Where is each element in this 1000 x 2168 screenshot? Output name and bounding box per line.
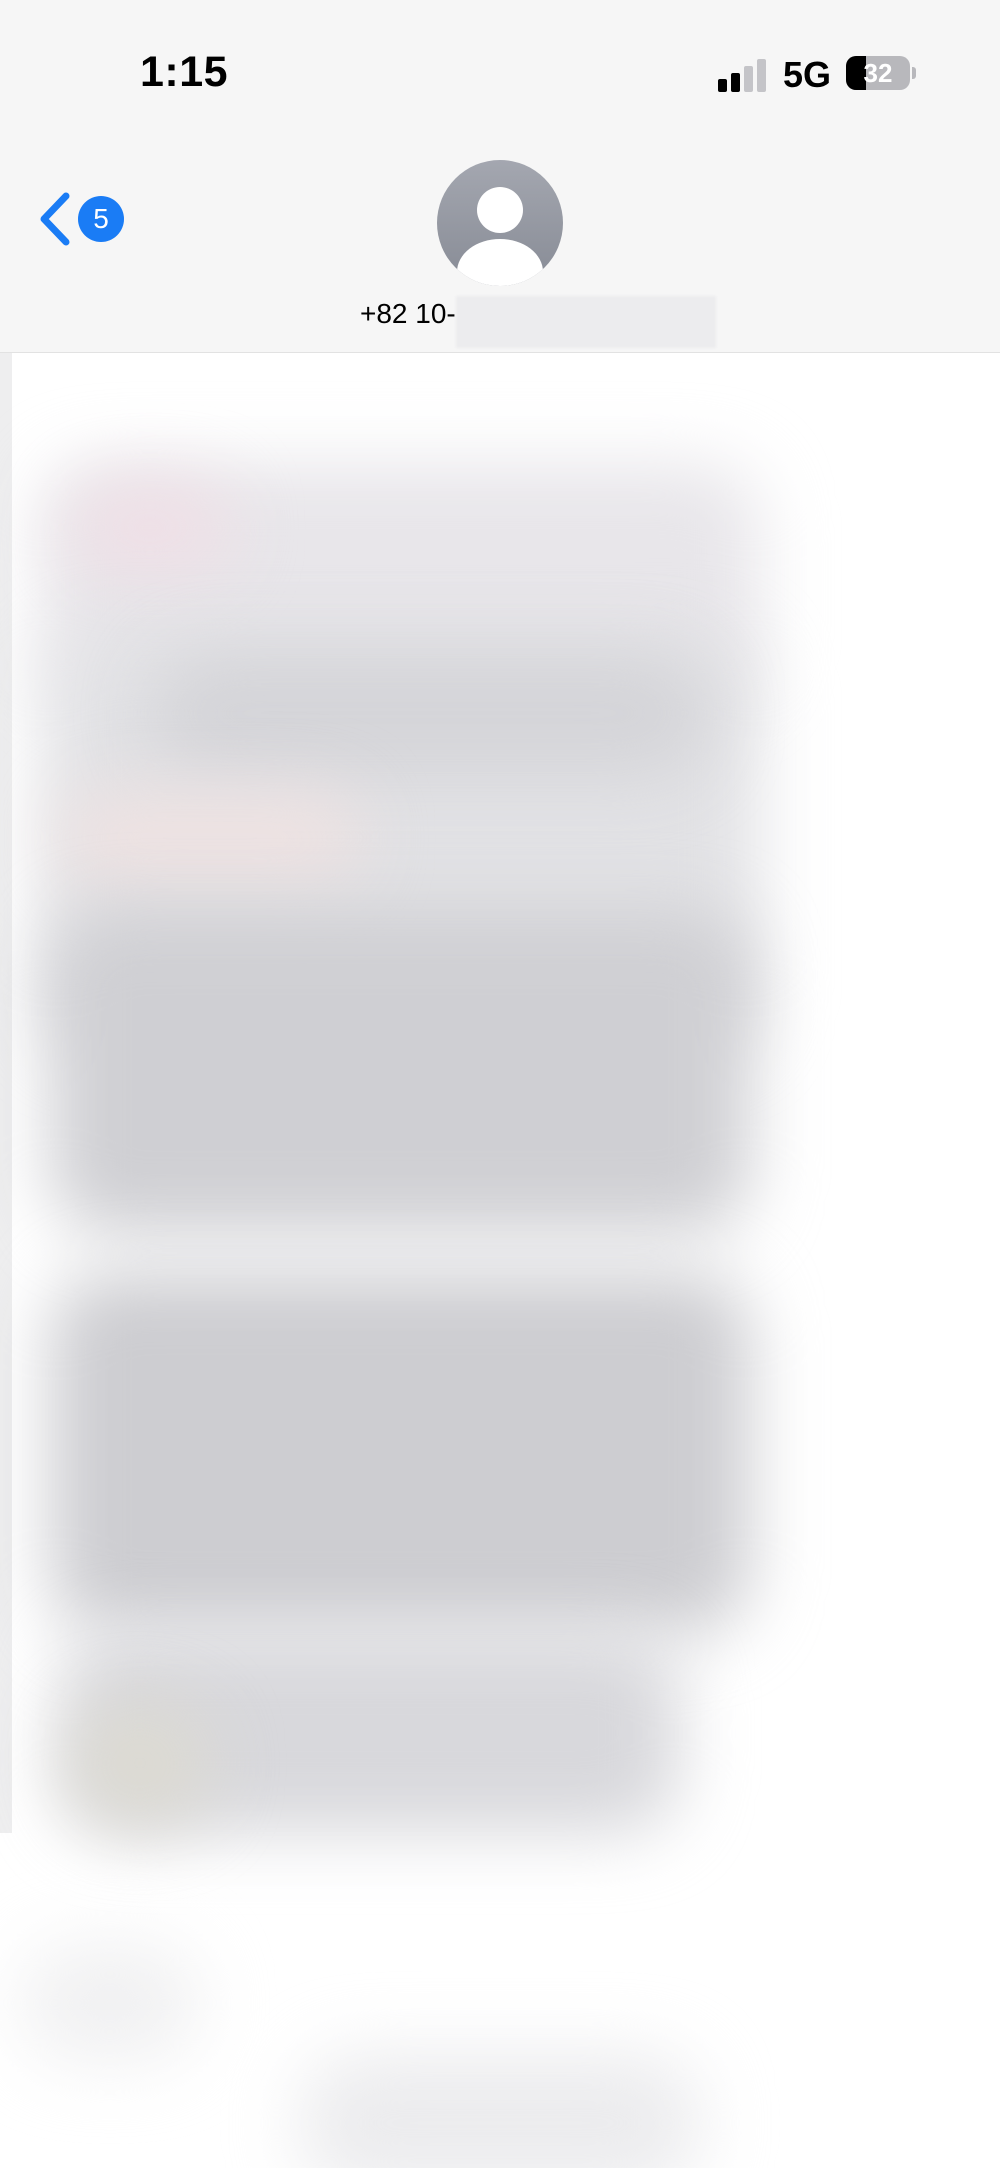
contact-avatar[interactable] (437, 160, 563, 286)
blurred-text-line (150, 653, 710, 773)
thread-left-edge (0, 353, 12, 1833)
blurred-footer-blob (20, 1943, 200, 2063)
blurred-input-bar (300, 2053, 700, 2168)
contact-name[interactable]: +82 10- (360, 298, 456, 330)
network-type-label: 5G (783, 54, 832, 95)
person-silhouette-icon (457, 187, 543, 286)
cellular-signal-icon (718, 58, 768, 92)
blurred-accent-blob (60, 793, 360, 883)
status-time: 1:15 (140, 48, 229, 96)
blurred-accent-blob (70, 1703, 210, 1823)
status-bar: 1:15 5G 32 (0, 0, 1000, 150)
conversation-header: 1:15 5G 32 5 +82 10- (0, 0, 1000, 353)
blurred-message-bubble (50, 913, 750, 1233)
unread-count-badge: 5 (78, 196, 124, 242)
battery-nub (912, 67, 916, 79)
back-button[interactable]: 5 (38, 186, 138, 250)
chevron-left-icon (40, 192, 70, 246)
battery-percent: 32 (863, 58, 893, 88)
redacted-phone-digits (456, 296, 716, 348)
messages-conversation-screen: 1:15 5G 32 5 +82 10- (0, 0, 1000, 2168)
battery-icon: 32 (846, 56, 910, 90)
blurred-message-bubble (50, 1273, 750, 1633)
blurred-message-thread (0, 353, 1000, 2168)
blurred-accent-blob (70, 483, 230, 573)
